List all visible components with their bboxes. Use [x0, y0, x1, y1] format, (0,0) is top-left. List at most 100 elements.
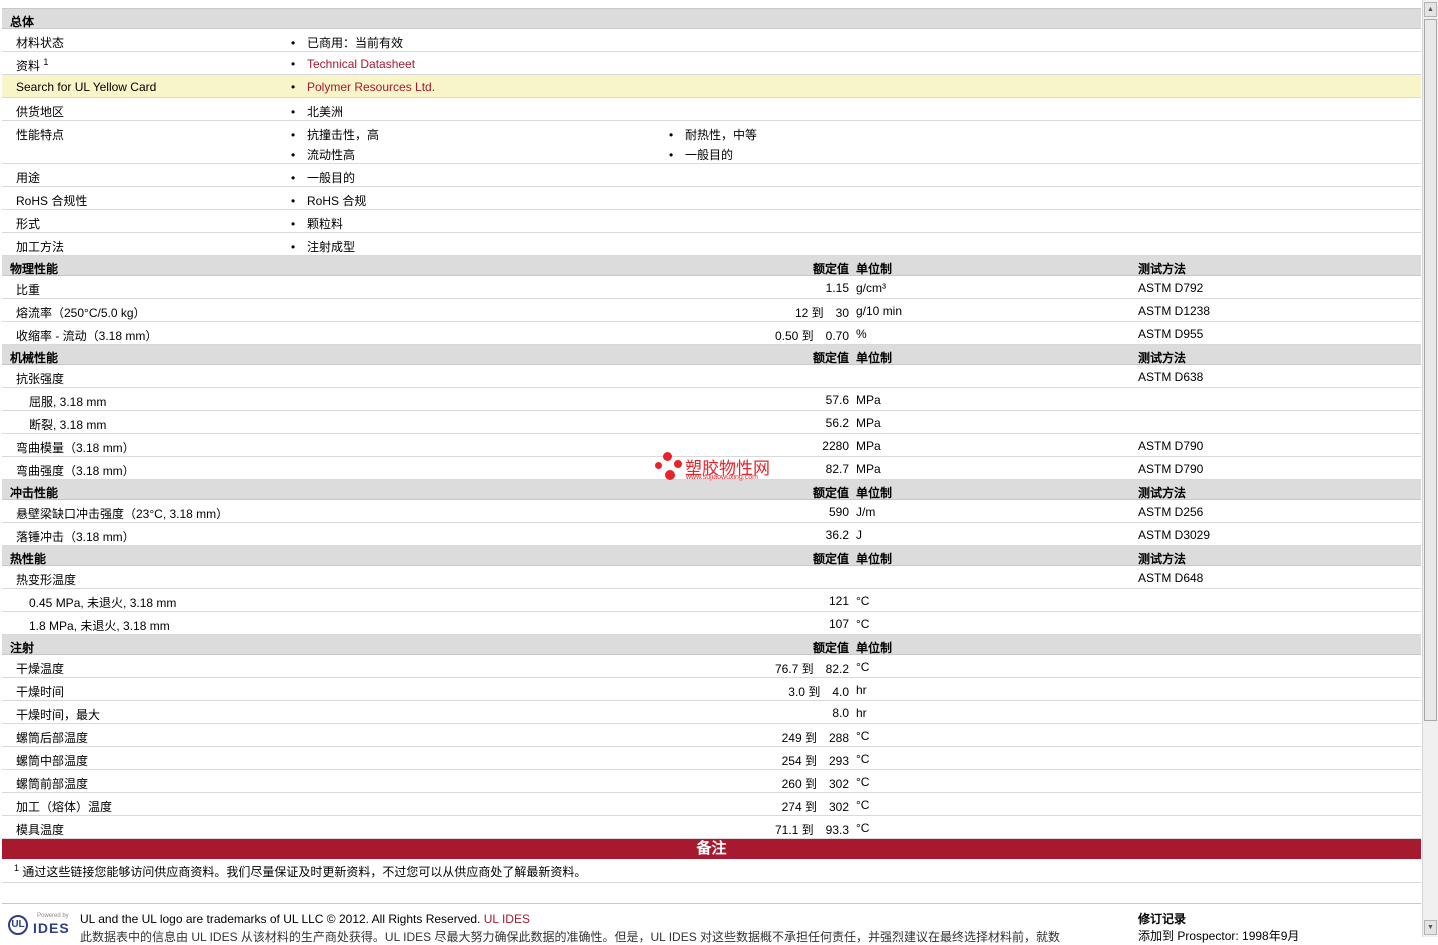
- table-row: 熔流率（250°C/5.0 kg） 12 到 30 g/10 min ASTM …: [2, 299, 1421, 322]
- row-test: ASTM D256: [1138, 505, 1204, 519]
- row-value: 一般目的: [307, 169, 355, 186]
- row-value: 12 到 30: [794, 306, 849, 320]
- table-row: 比重 1.15 g/cm³ ASTM D792: [2, 276, 1421, 299]
- row-unit: °C: [856, 775, 870, 789]
- footnote-marker: 1: [43, 57, 49, 67]
- table-row: 性能特点 抗撞击性，高 耐热性，中等 流动性高 一般目的: [2, 121, 1421, 164]
- table-row: 供货地区 北美洲: [2, 98, 1421, 121]
- table-row: 悬壁梁缺口冲击强度（23°C, 3.18 mm） 590 J/m ASTM D2…: [2, 500, 1421, 523]
- scroll-up-icon[interactable]: ▲: [1424, 2, 1437, 17]
- row-label: 弯曲模量（3.18 mm）: [16, 441, 135, 455]
- row-label: 干燥时间，最大: [16, 708, 101, 722]
- row-test: ASTM D648: [1138, 571, 1204, 585]
- table-row: 模具温度 71.1 到 93.3 °C: [2, 816, 1421, 839]
- row-unit: g/10 min: [856, 304, 903, 318]
- scroll-down-icon[interactable]: ▼: [1424, 920, 1437, 935]
- row-label: 屈服, 3.18 mm: [29, 395, 107, 409]
- section-title: 热性能: [10, 552, 47, 566]
- table-row: 干燥时间 3.0 到 4.0 hr: [2, 678, 1421, 701]
- row-test: ASTM D792: [1138, 281, 1204, 295]
- vertical-scrollbar[interactable]: ▲ ▼: [1422, 0, 1438, 937]
- row-value: 8.0: [832, 706, 849, 720]
- table-row-highlighted: Search for UL Yellow Card Polymer Resour…: [2, 75, 1421, 98]
- ul-ides-link[interactable]: UL IDES: [484, 912, 530, 926]
- table-row: 屈服, 3.18 mm 57.6 MPa: [2, 388, 1421, 411]
- yellow-card-link[interactable]: Polymer Resources Ltd.: [307, 80, 435, 94]
- row-value: 2280: [822, 439, 849, 453]
- table-row: 用途 一般目的: [2, 164, 1421, 187]
- row-value: 流动性高: [307, 146, 355, 163]
- table-row: 抗张强度 ASTM D638: [2, 365, 1421, 388]
- table-row: 收缩率 - 流动（3.18 mm） 0.50 到 0.70 % ASTM D95…: [2, 322, 1421, 345]
- row-unit: J/m: [856, 505, 876, 519]
- scrollbar-thumb[interactable]: [1424, 19, 1437, 721]
- row-test: ASTM D1238: [1138, 304, 1211, 318]
- ul-ides-logo: UL Powered by IDES: [6, 910, 72, 940]
- row-value: 82.7: [825, 462, 849, 476]
- row-label: 供货地区: [16, 105, 65, 119]
- row-value: 0.50 到 0.70: [774, 329, 849, 343]
- table-row: 0.45 MPa, 未退火, 3.18 mm 121 °C: [2, 589, 1421, 612]
- table-row: 落锤冲击（3.18 mm） 36.2 J ASTM D3029: [2, 523, 1421, 546]
- row-value: 71.1 到 93.3: [774, 823, 849, 837]
- table-row: 加工方法 注射成型: [2, 233, 1421, 256]
- page-footer: UL Powered by IDES UL and the UL logo ar…: [2, 904, 1421, 944]
- row-test: ASTM D3029: [1138, 528, 1211, 542]
- table-row: 形式 颗粒料: [2, 210, 1421, 233]
- col-unit: 单位制: [856, 641, 893, 655]
- row-label: 干燥温度: [16, 662, 65, 676]
- row-value: 274 到 302: [781, 800, 849, 814]
- row-label: 弯曲强度（3.18 mm）: [16, 464, 135, 478]
- top-divider: [2, 0, 1421, 9]
- technical-datasheet-link[interactable]: Technical Datasheet: [307, 57, 415, 71]
- row-label: 性能特点: [16, 128, 65, 142]
- row-value: 北美洲: [307, 103, 343, 120]
- table-row: 断裂, 3.18 mm 56.2 MPa: [2, 411, 1421, 434]
- row-unit: g/cm³: [856, 281, 886, 295]
- row-label: 收缩率 - 流动（3.18 mm）: [16, 329, 158, 343]
- row-unit: °C: [856, 798, 870, 812]
- row-test: ASTM D790: [1138, 439, 1204, 453]
- row-label: 熔流率（250°C/5.0 kg）: [16, 306, 146, 320]
- section-header-injection: 注射 额定值 单位制: [2, 635, 1421, 655]
- row-unit: °C: [856, 594, 870, 608]
- col-nominal: 额定值: [812, 486, 849, 500]
- row-test: ASTM D638: [1138, 370, 1204, 384]
- row-label: 加工（熔体）温度: [16, 800, 113, 814]
- row-value: 已商用：当前有效: [307, 34, 403, 51]
- section-title: 物理性能: [10, 262, 59, 276]
- row-label: RoHS 合规性: [16, 194, 88, 208]
- notes-row: 1 通过这些链接您能够访问供应商资料。我们尽量保证及时更新资料，不过您可以从供应…: [2, 859, 1421, 883]
- col-unit: 单位制: [856, 552, 893, 566]
- row-label: 干燥时间: [16, 685, 65, 699]
- col-test: 测试方法: [1138, 351, 1187, 365]
- notes-header: 备注: [2, 839, 1421, 859]
- col-test: 测试方法: [1138, 552, 1187, 566]
- revision-text: 添加到 Prospector: 1998年9月: [1138, 929, 1300, 943]
- spacer-row: [2, 883, 1421, 904]
- table-row: 干燥时间，最大 8.0 hr: [2, 701, 1421, 724]
- col-unit: 单位制: [856, 486, 893, 500]
- row-label: 加工方法: [16, 240, 65, 254]
- row-value: 260 到 302: [781, 777, 849, 791]
- col-test: 测试方法: [1138, 262, 1187, 276]
- row-label: 0.45 MPa, 未退火, 3.18 mm: [29, 596, 177, 610]
- row-unit: °C: [856, 821, 870, 835]
- table-row: 资料 1 Technical Datasheet: [2, 52, 1421, 75]
- section-title: 机械性能: [10, 351, 59, 365]
- row-label: 螺筒中部温度: [16, 754, 89, 768]
- section-title: 注射: [10, 641, 35, 655]
- row-value: 1.15: [825, 281, 849, 295]
- section-header-physical: 物理性能 额定值 单位制 测试方法: [2, 256, 1421, 276]
- section-header-general: 总体: [2, 9, 1421, 29]
- row-value: 一般目的: [685, 146, 733, 163]
- row-value: 36.2: [825, 528, 849, 542]
- row-value: RoHS 合规: [307, 192, 366, 209]
- row-unit: %: [856, 327, 867, 341]
- row-unit: °C: [856, 617, 870, 631]
- row-label: 落锤冲击（3.18 mm）: [16, 530, 135, 544]
- table-row: 材料状态 已商用：当前有效: [2, 29, 1421, 52]
- ides-wordmark: IDES: [33, 920, 70, 936]
- row-value: 耐热性，中等: [685, 126, 757, 143]
- row-label: 用途: [16, 171, 41, 185]
